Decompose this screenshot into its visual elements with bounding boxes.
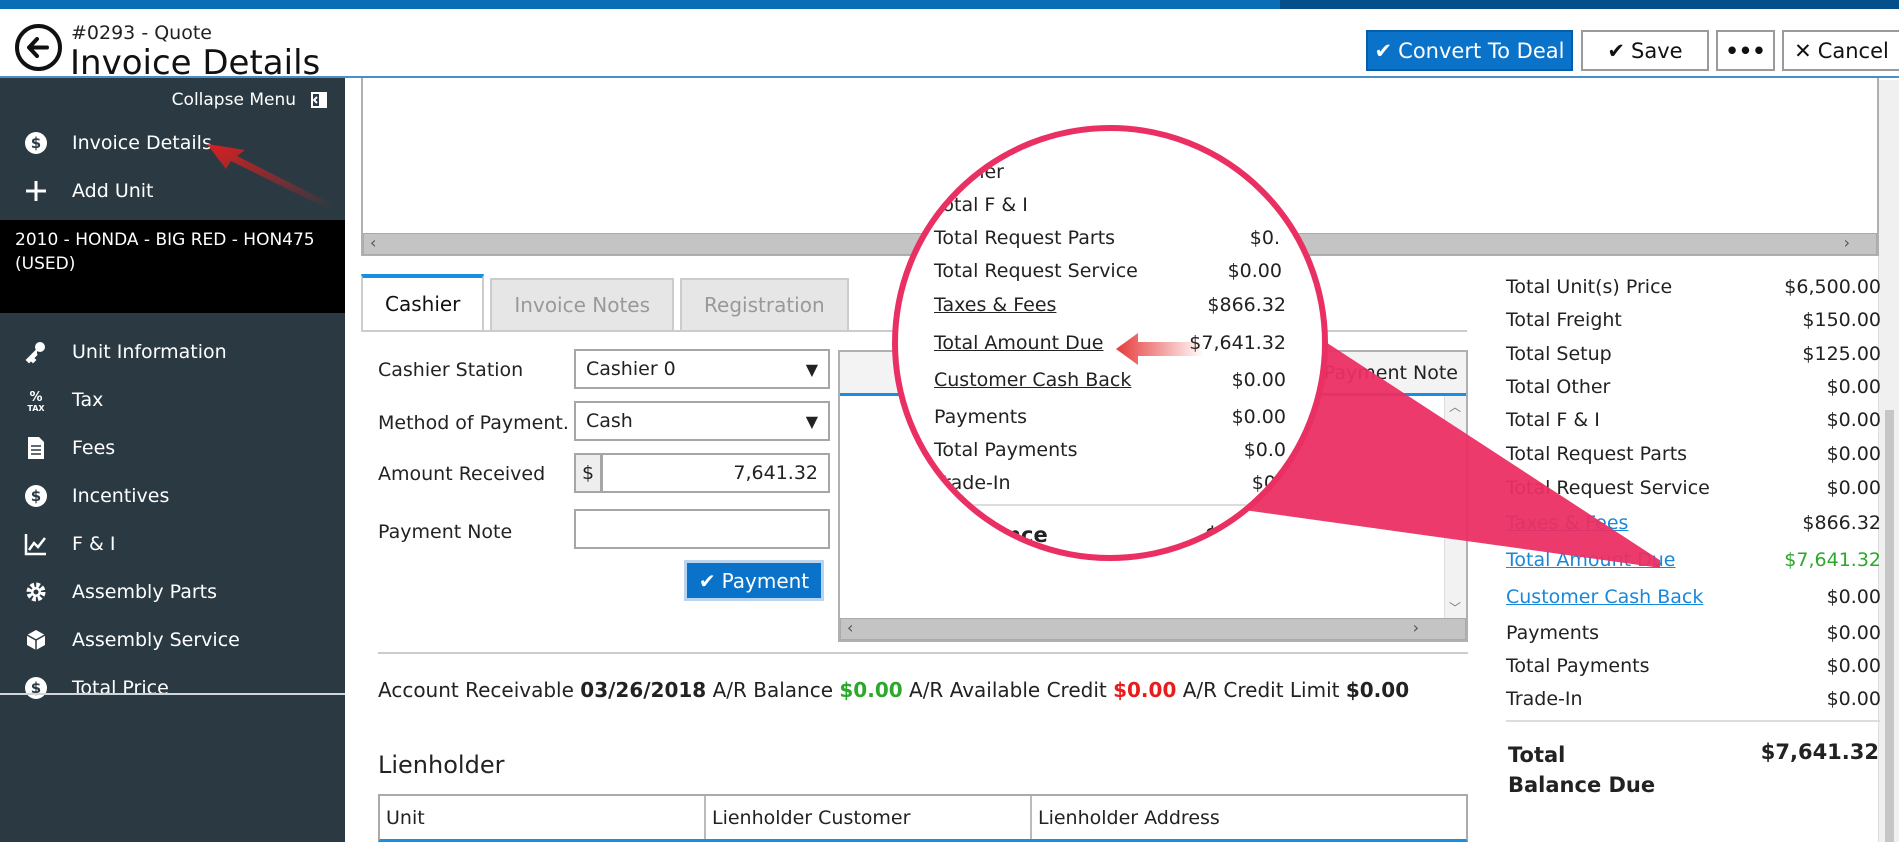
magnified-customer-cash-back-link[interactable]: Customer Cash Back [934, 369, 1131, 391]
tab-invoice-notes[interactable]: Invoice Notes [490, 278, 675, 330]
grid-horizontal-scrollbar[interactable]: ‹ › [840, 618, 1466, 640]
magnified-arrow [1116, 333, 1204, 365]
chart-line-icon [0, 532, 72, 556]
currency-prefix: $ [574, 453, 602, 493]
chevron-right-icon[interactable]: › [1413, 618, 1419, 637]
check-icon: ✔ [1374, 38, 1393, 63]
dollar-circle-icon: $ [0, 676, 72, 700]
column-lienholder-address[interactable]: Lienholder Address [1032, 796, 1466, 839]
method-of-payment-select[interactable]: Cash ▼ [574, 401, 830, 441]
invoice-subtitle: #0293 - Quote [71, 22, 212, 44]
selected-unit[interactable]: 2010 - HONDA - BIG RED - HON475 (USED) [0, 220, 345, 313]
tab-cashier[interactable]: Cashier [361, 274, 485, 330]
close-icon: ✕ [1794, 38, 1812, 63]
payment-note-input[interactable] [574, 509, 830, 549]
ar-balance: $0.00 [839, 678, 903, 702]
dollar-circle-icon: $ [0, 484, 72, 508]
summary-row: Trade-In $0.00 [1506, 688, 1881, 710]
tax-percent-icon: % TAX [0, 388, 72, 412]
document-icon [0, 436, 72, 460]
sidebar-item-assembly-service[interactable]: Assembly Service [0, 618, 345, 662]
sidebar-item-incentives[interactable]: $ Incentives [0, 474, 345, 518]
total-balance-due-label: Total Balance Due [1508, 743, 1656, 797]
cancel-button[interactable]: ✕ Cancel [1782, 30, 1899, 71]
check-icon: ✔ [1607, 38, 1626, 63]
sidebar: Collapse Menu $ Invoice Details Add Unit… [0, 78, 345, 842]
chevron-left-icon[interactable]: ‹ [847, 618, 853, 637]
page-header: #0293 - Quote Invoice Details ✔ Convert T… [0, 9, 1899, 83]
section-divider [378, 652, 1468, 654]
svg-text:%: % [29, 390, 42, 405]
sidebar-item-f-and-i[interactable]: F & I [0, 522, 345, 566]
amount-received-label: Amount Received [378, 463, 546, 485]
svg-text:$: $ [31, 487, 41, 505]
collapse-menu-button[interactable]: Collapse Menu [172, 90, 327, 110]
magnifier-callout: Other Total F & I Total Request Parts $0… [892, 125, 1328, 561]
amount-received-input[interactable]: 7,641.32 [601, 453, 830, 493]
svg-text:$: $ [31, 134, 41, 152]
dollar-circle-icon: $ [0, 131, 72, 155]
sidebar-item-tax[interactable]: % TAX Tax [0, 378, 345, 422]
summary-row: Total Payments $0.00 [1506, 655, 1881, 677]
lienholder-title: Lienholder [378, 751, 505, 779]
chevron-down-icon: ▼ [805, 411, 818, 431]
payment-button[interactable]: ✔ Payment [684, 560, 824, 601]
cashier-station-label: Cashier Station [378, 359, 524, 381]
convert-to-deal-button[interactable]: ✔ Convert To Deal [1366, 30, 1573, 71]
column-unit[interactable]: Unit [380, 796, 706, 839]
collapse-panel-icon [311, 92, 327, 108]
check-icon: ✔ [698, 568, 716, 593]
method-of-payment-label: Method of Payment. [378, 412, 569, 434]
sidebar-item-total-price[interactable]: $ Total Price [0, 666, 345, 710]
magnified-taxes-and-fees-link[interactable]: Taxes & Fees [934, 294, 1056, 316]
column-lienholder-customer[interactable]: Lienholder Customer [706, 796, 1032, 839]
summary-divider [1506, 720, 1880, 722]
save-button[interactable]: ✔ Save [1581, 30, 1709, 71]
total-balance-due-value: $7,641.32 [1760, 740, 1879, 764]
ar-credit-limit: $0.00 [1345, 678, 1410, 702]
annotation-arrow [207, 144, 332, 208]
lienholder-table-header: Unit Lienholder Customer Lienholder Addr… [378, 794, 1468, 842]
page-title: Invoice Details [70, 43, 321, 83]
top-accent-bar [0, 0, 1899, 9]
arrow-left-icon [27, 37, 49, 58]
chevron-right-icon[interactable]: › [1844, 233, 1850, 252]
ar-available-credit: $0.00 [1113, 678, 1177, 702]
summary-row: Customer Cash Back $0.00 [1506, 586, 1881, 608]
box-icon [0, 628, 72, 652]
chevron-down-icon: ▼ [805, 359, 818, 379]
sidebar-item-assembly-parts[interactable]: Assembly Parts [0, 570, 345, 614]
more-options-button[interactable]: ••• [1716, 30, 1775, 71]
magnified-total-amount-due-link[interactable]: Total Amount Due [934, 332, 1103, 354]
summary-row: Payments $0.00 [1506, 622, 1881, 644]
sidebar-item-fees[interactable]: Fees [0, 426, 345, 470]
chevron-left-icon[interactable]: ‹ [370, 233, 376, 252]
sidebar-divider [0, 693, 345, 695]
back-button[interactable] [15, 24, 62, 71]
key-icon [0, 340, 72, 364]
cashier-station-select[interactable]: Cashier 0 ▼ [574, 349, 830, 389]
svg-text:TAX: TAX [27, 404, 45, 412]
plus-icon [0, 180, 72, 202]
ar-date: 03/26/2018 [580, 678, 707, 702]
tab-bar: Cashier Invoice Notes Registration [361, 274, 849, 330]
scrollbar-thumb[interactable] [1885, 410, 1894, 842]
payment-note-label: Payment Note [378, 521, 513, 543]
chevron-down-icon[interactable]: ﹀ [1449, 599, 1461, 616]
gear-icon [0, 580, 72, 604]
page-scrollbar[interactable] [1878, 80, 1899, 842]
tab-registration[interactable]: Registration [680, 278, 849, 330]
sidebar-item-unit-information[interactable]: Unit Information [0, 330, 345, 374]
customer-cash-back-link[interactable]: Customer Cash Back [1506, 586, 1703, 608]
account-receivable-line: Account Receivable 03/26/2018 A/R Balanc… [378, 678, 1410, 702]
